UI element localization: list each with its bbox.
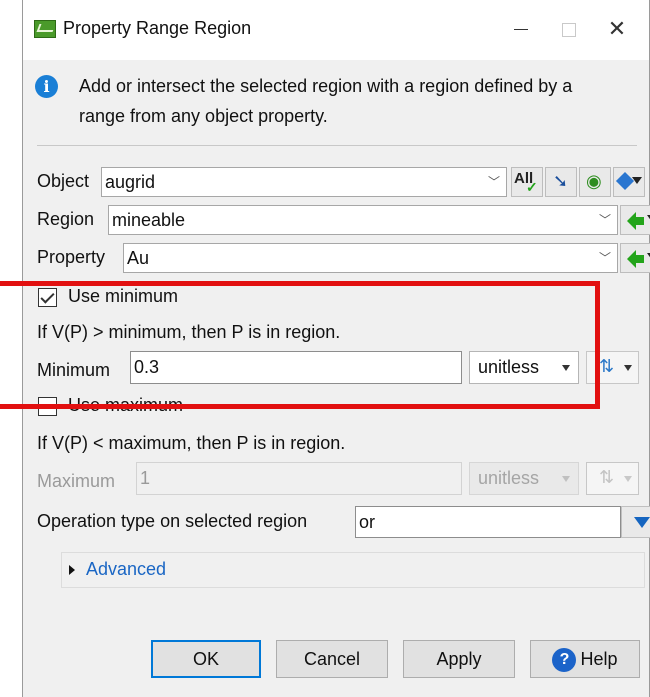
help-button[interactable]: ? Help xyxy=(530,640,640,678)
minimize-icon xyxy=(514,29,528,31)
visibility-button[interactable]: ◉ xyxy=(579,167,611,197)
dropdown-arrow-icon xyxy=(624,476,632,482)
maximum-units-button: ⇅ xyxy=(586,462,639,495)
check-icon: ✓ xyxy=(526,179,538,195)
app-icon xyxy=(34,20,56,38)
select-all-button[interactable]: All ✓ xyxy=(511,167,543,197)
maximum-input: 1 xyxy=(136,462,462,495)
info-icon: i xyxy=(35,75,58,98)
help-icon: ? xyxy=(552,648,577,673)
maximum-label: Maximum xyxy=(37,471,116,491)
eye-icon: ◉ xyxy=(586,171,602,191)
dropdown-arrow-icon xyxy=(632,177,642,184)
dropdown-arrow-icon xyxy=(562,476,570,482)
left-arrow-icon xyxy=(627,250,644,268)
property-label: Property xyxy=(37,247,106,267)
chevron-down-icon: ﹀ xyxy=(598,251,611,265)
cancel-button[interactable]: Cancel xyxy=(276,640,388,678)
property-select[interactable]: Au ﹀ xyxy=(123,243,618,273)
left-arrow-icon xyxy=(627,212,644,230)
swap-icon: ⇅ xyxy=(599,467,615,487)
cursor-pick-icon: ➘ xyxy=(553,171,569,191)
close-button[interactable]: ✕ xyxy=(597,12,637,46)
pick-button[interactable]: ➘ xyxy=(545,167,577,197)
info-message: Add or intersect the selected region wit… xyxy=(79,76,573,126)
operation-dropdown-button[interactable] xyxy=(621,506,650,538)
window-title: Property Range Region xyxy=(63,18,252,38)
operation-label: Operation type on selected region xyxy=(37,511,308,531)
help-label: Help xyxy=(580,649,618,669)
advanced-label[interactable]: Advanced xyxy=(86,559,166,580)
property-pick-button[interactable] xyxy=(620,243,650,273)
separator xyxy=(37,145,637,146)
region-label: Region xyxy=(37,209,95,229)
object-value: augrid xyxy=(105,172,156,192)
region-pick-button[interactable] xyxy=(620,205,650,235)
maximize-icon xyxy=(562,22,576,37)
object-label: Object xyxy=(37,171,90,191)
object-select[interactable]: augrid ﹀ xyxy=(101,167,507,197)
maximize-button xyxy=(549,12,589,46)
region-value: mineable xyxy=(112,210,186,230)
maximum-unit-value: unitless xyxy=(478,468,540,488)
chevron-down-icon: ﹀ xyxy=(487,175,500,189)
maximum-unit-select: unitless xyxy=(469,462,579,495)
property-value: Au xyxy=(127,248,150,268)
chevron-down-icon: ﹀ xyxy=(598,213,611,227)
dropdown-arrow-icon xyxy=(624,365,632,371)
minimize-button[interactable] xyxy=(501,12,541,46)
object-menu-button[interactable] xyxy=(613,167,645,197)
advanced-section[interactable]: Advanced xyxy=(61,552,645,588)
ok-button[interactable]: OK xyxy=(151,640,261,678)
swap-icon: ⇅ xyxy=(599,356,615,376)
expand-triangle-icon xyxy=(69,565,75,575)
region-select[interactable]: mineable ﹀ xyxy=(108,205,618,235)
apply-button[interactable]: Apply xyxy=(403,640,515,678)
title-bar[interactable]: Property Range Region ✕ xyxy=(23,0,649,60)
highlight-annotation xyxy=(0,281,600,409)
maximum-rule-text: If V(P) < maximum, then P is in region. xyxy=(37,433,346,453)
operation-select[interactable]: or xyxy=(355,506,621,538)
